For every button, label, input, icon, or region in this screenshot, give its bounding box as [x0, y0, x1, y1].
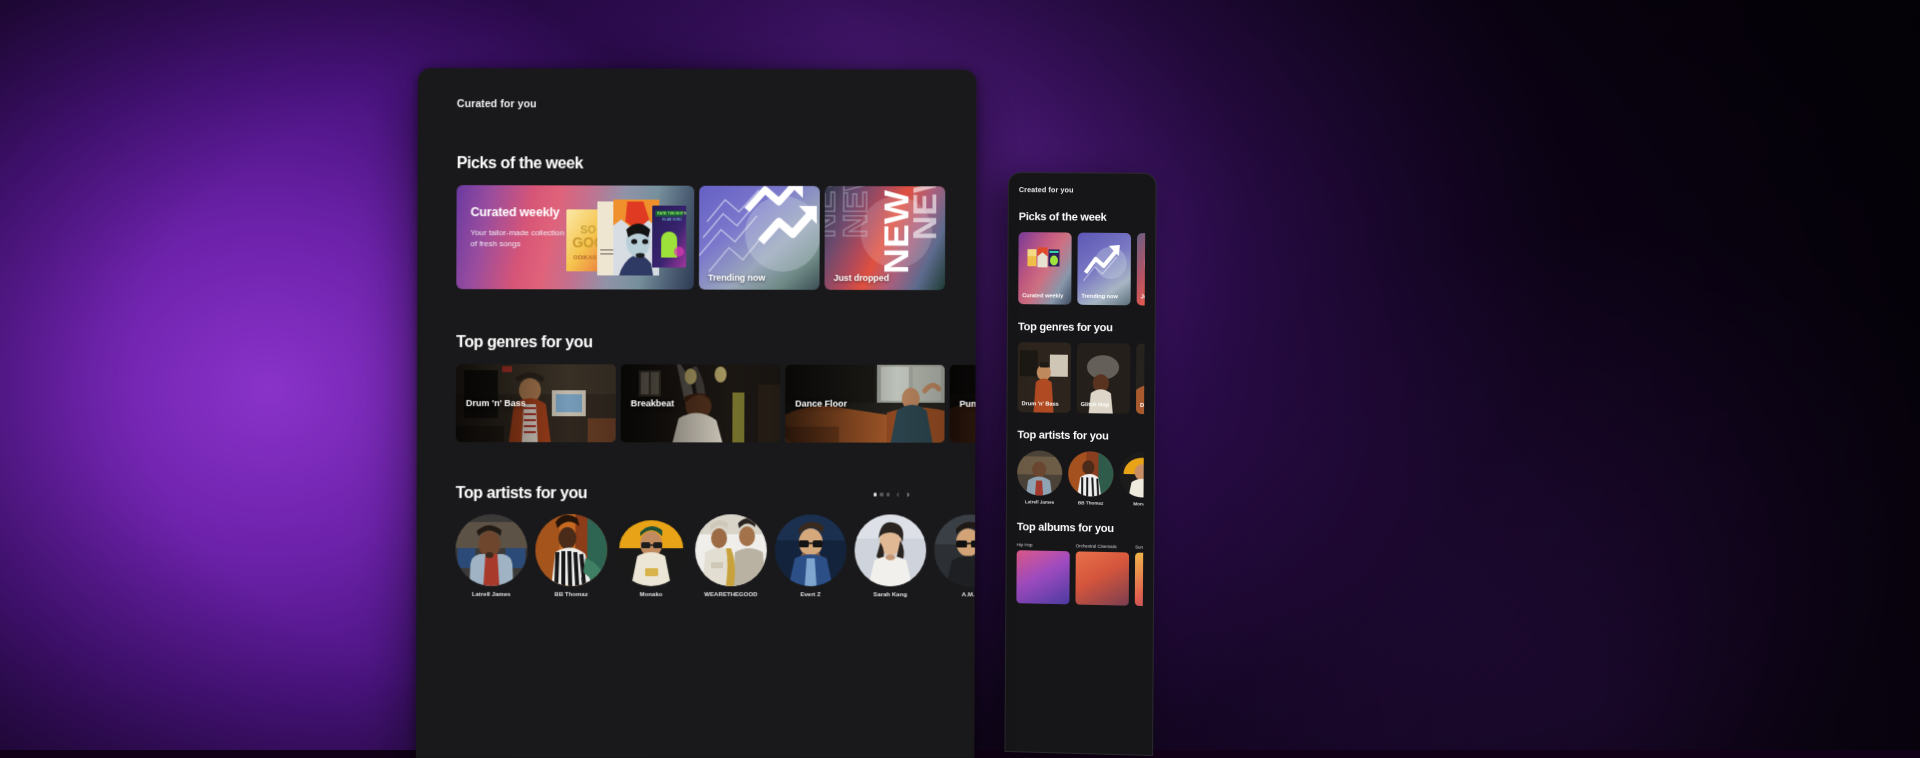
- phone-album-item[interactable]: Hip Hop: [1016, 542, 1069, 604]
- pick-card-curated-weekly[interactable]: Curated weekly Your tailor-made collecti…: [456, 185, 694, 289]
- phone-heading-picks: Picks of the week: [1019, 211, 1146, 224]
- genre-label: Drum 'n' Bass: [466, 398, 526, 408]
- phone-genre-label: Drum 'n' Bass: [1022, 402, 1068, 409]
- artist-item[interactable]: Monako: [615, 514, 687, 598]
- artist-item[interactable]: Sarah Kang: [854, 514, 926, 598]
- artist-item[interactable]: WEARETHEGOOD: [695, 514, 767, 598]
- genre-card-drum-n-bass[interactable]: Drum 'n' Bass: [456, 364, 616, 442]
- phone-pick-label: Trending now: [1081, 294, 1127, 301]
- phone-albums-row[interactable]: Hip Hop Orchestral Cinematic Sunset: [1016, 542, 1143, 606]
- phone-genre-card[interactable]: Glitch Hop: [1077, 343, 1131, 414]
- tablet-mockup: Curated for you Picks of the week Curate…: [416, 68, 977, 758]
- artist-name: A.M.I.: [934, 592, 976, 598]
- heading-top-artists: Top artists for you: [456, 485, 588, 503]
- genres-carousel[interactable]: Drum 'n' Bass: [456, 364, 976, 443]
- pick-card-trending-now[interactable]: Trending now: [699, 186, 820, 290]
- artists-pager[interactable]: ‹ ›: [873, 490, 953, 499]
- avatar: [934, 515, 976, 587]
- album-cover: [1135, 553, 1143, 606]
- phone-eyebrow: Created for you: [1019, 185, 1146, 195]
- phone-artist-item[interactable]: Monako: [1119, 452, 1144, 507]
- artist-item[interactable]: BB Thomaz: [535, 514, 607, 598]
- phone-pick-card[interactable]: NEW Just dropped: [1137, 233, 1146, 305]
- phone-pick-card[interactable]: Curated weekly: [1018, 232, 1072, 305]
- genre-card-breakbeat[interactable]: Breakbeat: [621, 364, 781, 442]
- artist-name: Sarah Kang: [854, 592, 926, 598]
- phone-picks-row[interactable]: Curated weekly Trending now NEW Just: [1018, 232, 1145, 305]
- phone-artist-name: Latrell James: [1017, 499, 1062, 505]
- phone-album-name: Sunset: [1135, 545, 1143, 551]
- phone-album-name: Orchestral Cinematic: [1076, 543, 1129, 549]
- album-cover-stack: SO GOOD ODIKAS Mundum Ille: [566, 195, 686, 281]
- artist-item[interactable]: Evert Z: [775, 514, 847, 598]
- pick-card-just-dropped[interactable]: NEW NEW NEW NEW Just dropped: [824, 186, 945, 290]
- album-cover: [1075, 551, 1129, 605]
- phone-genre-label: Glitch Hop: [1081, 402, 1127, 409]
- artist-name: Monako: [615, 592, 687, 598]
- phone-album-item[interactable]: Sunset: [1135, 545, 1143, 606]
- phone-heading-albums: Top albums for you: [1017, 521, 1144, 535]
- pager-dot[interactable]: [886, 493, 889, 496]
- phone-pick-card[interactable]: Trending now: [1077, 233, 1131, 306]
- genre-label: Breakbeat: [631, 398, 674, 408]
- phone-artist-name: BB Thomaz: [1068, 500, 1113, 506]
- pager-dots: [873, 493, 889, 497]
- phone-pick-label: Curated weekly: [1022, 293, 1068, 300]
- phone-genre-label: Dance Floor: [1140, 403, 1144, 410]
- avatar: [695, 514, 767, 586]
- phone-artist-item[interactable]: Latrell James: [1017, 450, 1062, 505]
- svg-text:ODIKAS: ODIKAS: [573, 255, 596, 261]
- avatar: [854, 514, 926, 586]
- avatar: [535, 514, 607, 586]
- phone-heading-artists: Top artists for you: [1017, 429, 1144, 443]
- avatar: [1068, 451, 1113, 497]
- avatar: [1119, 452, 1143, 498]
- pick-card-label: Trending now: [708, 273, 765, 283]
- tablet-eyebrow: Curated for you: [457, 98, 955, 111]
- svg-text:RATE THE RHYTHM: RATE THE RHYTHM: [657, 212, 686, 216]
- heading-picks-of-the-week: Picks of the week: [457, 155, 955, 174]
- svg-text:NEW: NEW: [906, 186, 944, 240]
- phone-genres-row[interactable]: Drum 'n' Bass Glitch Hop: [1018, 342, 1145, 414]
- phone-pick-label: Just dropped: [1141, 295, 1145, 302]
- picks-carousel[interactable]: Curated weekly Your tailor-made collecti…: [456, 185, 976, 290]
- avatar: [455, 514, 527, 586]
- genre-card-punk[interactable]: Punk: [949, 365, 976, 443]
- phone-mockup: Created for you Picks of the week Curate…: [1004, 172, 1156, 756]
- pick-card-label: Just dropped: [833, 273, 889, 283]
- phone-album-item[interactable]: Orchestral Cinematic: [1075, 543, 1129, 605]
- heading-top-genres: Top genres for you: [456, 334, 954, 353]
- artist-name: Latrell James: [455, 592, 527, 598]
- phone-artist-name: Monako: [1119, 501, 1144, 506]
- phone-artists-row[interactable]: Latrell James BB Thomaz: [1017, 450, 1144, 506]
- pick-hero-subtitle: Your tailor-made collection of fresh son…: [470, 227, 566, 249]
- svg-text:ELLAM / KOBO: ELLAM / KOBO: [662, 218, 682, 222]
- genre-label: Punk: [960, 399, 977, 409]
- artist-item[interactable]: A.M.I.: [934, 515, 976, 599]
- artist-item[interactable]: Latrell James: [455, 514, 527, 598]
- pager-dot[interactable]: [880, 493, 883, 496]
- avatar: [615, 514, 687, 586]
- album-cover: [1016, 550, 1069, 604]
- avatar: [775, 514, 847, 586]
- artists-carousel[interactable]: Latrell James BB Tho: [455, 514, 975, 598]
- avatar: [1017, 450, 1062, 496]
- pick-hero-title: Curated weekly: [471, 205, 567, 220]
- pager-dot[interactable]: [873, 493, 876, 496]
- phone-genre-card[interactable]: Drum 'n' Bass: [1018, 342, 1071, 413]
- phone-heading-genres: Top genres for you: [1018, 321, 1145, 335]
- phone-genre-card[interactable]: Dance Floor: [1136, 344, 1144, 414]
- phone-artist-item[interactable]: BB Thomaz: [1068, 451, 1114, 506]
- artist-name: Evert Z: [775, 592, 847, 598]
- artist-name: WEARETHEGOOD: [695, 592, 767, 598]
- pager-prev-icon[interactable]: ‹: [897, 490, 900, 499]
- pager-next-icon[interactable]: ›: [906, 490, 909, 499]
- genre-card-dance-floor[interactable]: Dance Floor: [785, 365, 945, 443]
- genre-label: Dance Floor: [795, 399, 847, 409]
- phone-album-name: Hip Hop: [1017, 542, 1070, 548]
- artist-name: BB Thomaz: [535, 592, 607, 598]
